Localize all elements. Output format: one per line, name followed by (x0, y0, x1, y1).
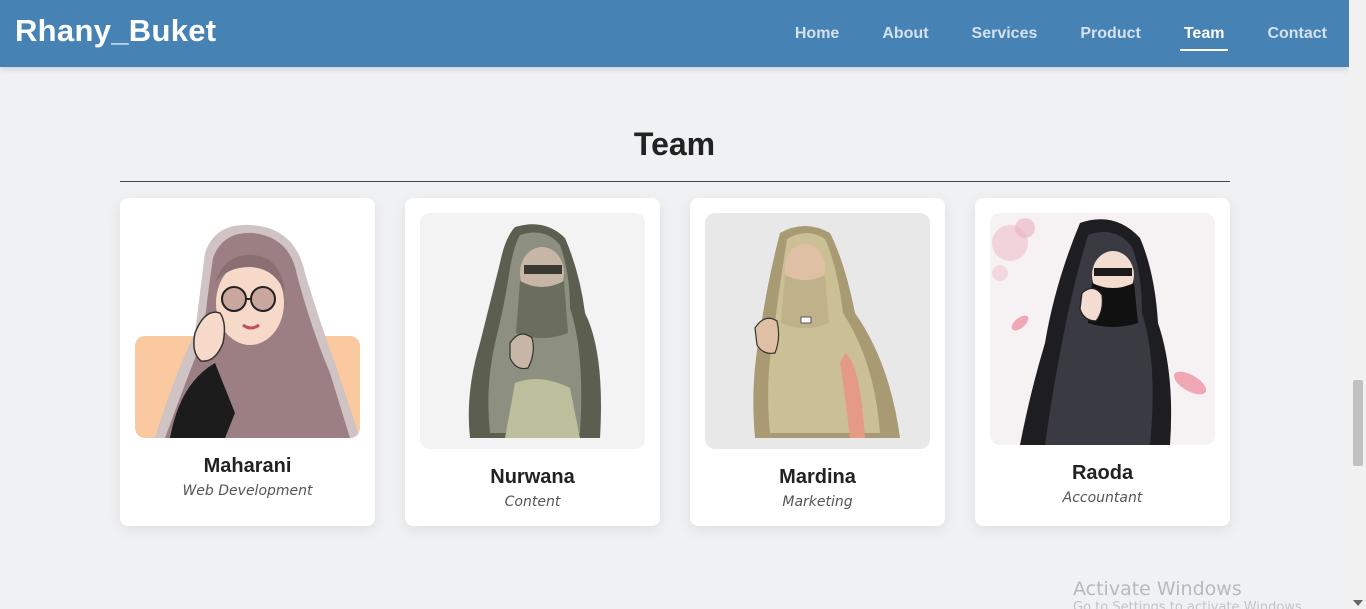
nav-team[interactable]: Team (1179, 25, 1229, 51)
team-card-raoda: Raoda Accountant (975, 198, 1230, 526)
member-name: Nurwana (490, 466, 575, 488)
brand-logo[interactable]: Rhany_Buket (15, 13, 216, 49)
scroll-down-arrow-icon[interactable] (1353, 600, 1363, 606)
team-card-maharani: Maharani Web Development (120, 198, 375, 526)
scrollbar-thumb[interactable] (1353, 380, 1363, 466)
member-photo (135, 213, 360, 438)
vertical-scrollbar[interactable] (1349, 0, 1366, 609)
nav-home[interactable]: Home (791, 25, 843, 43)
nav-contact[interactable]: Contact (1263, 25, 1331, 43)
member-role: Marketing (782, 494, 853, 510)
activate-windows-watermark: Activate Windows (1073, 578, 1242, 600)
title-divider (120, 181, 1230, 182)
member-photo (990, 213, 1215, 445)
nav-about[interactable]: About (878, 25, 932, 43)
member-name: Mardina (779, 466, 856, 488)
navbar: Rhany_Buket Home About Services Product … (0, 0, 1349, 67)
team-card-mardina: Mardina Marketing (690, 198, 945, 526)
member-name: Maharani (203, 455, 292, 477)
member-photo (705, 213, 930, 449)
member-role: Accountant (1062, 490, 1143, 506)
nav-product[interactable]: Product (1076, 25, 1144, 43)
section-title: Team (633, 126, 716, 162)
team-card-nurwana: Nurwana Content (405, 198, 660, 526)
activate-windows-subtext: Go to Settings to activate Windows. (1073, 600, 1306, 609)
member-photo (420, 213, 645, 449)
nav-services[interactable]: Services (968, 25, 1042, 43)
member-name: Raoda (1071, 462, 1134, 484)
nav-menu: Home About Services Product Team Contact (756, 0, 1331, 67)
member-role: Content (504, 494, 561, 510)
member-role: Web Development (182, 483, 313, 499)
